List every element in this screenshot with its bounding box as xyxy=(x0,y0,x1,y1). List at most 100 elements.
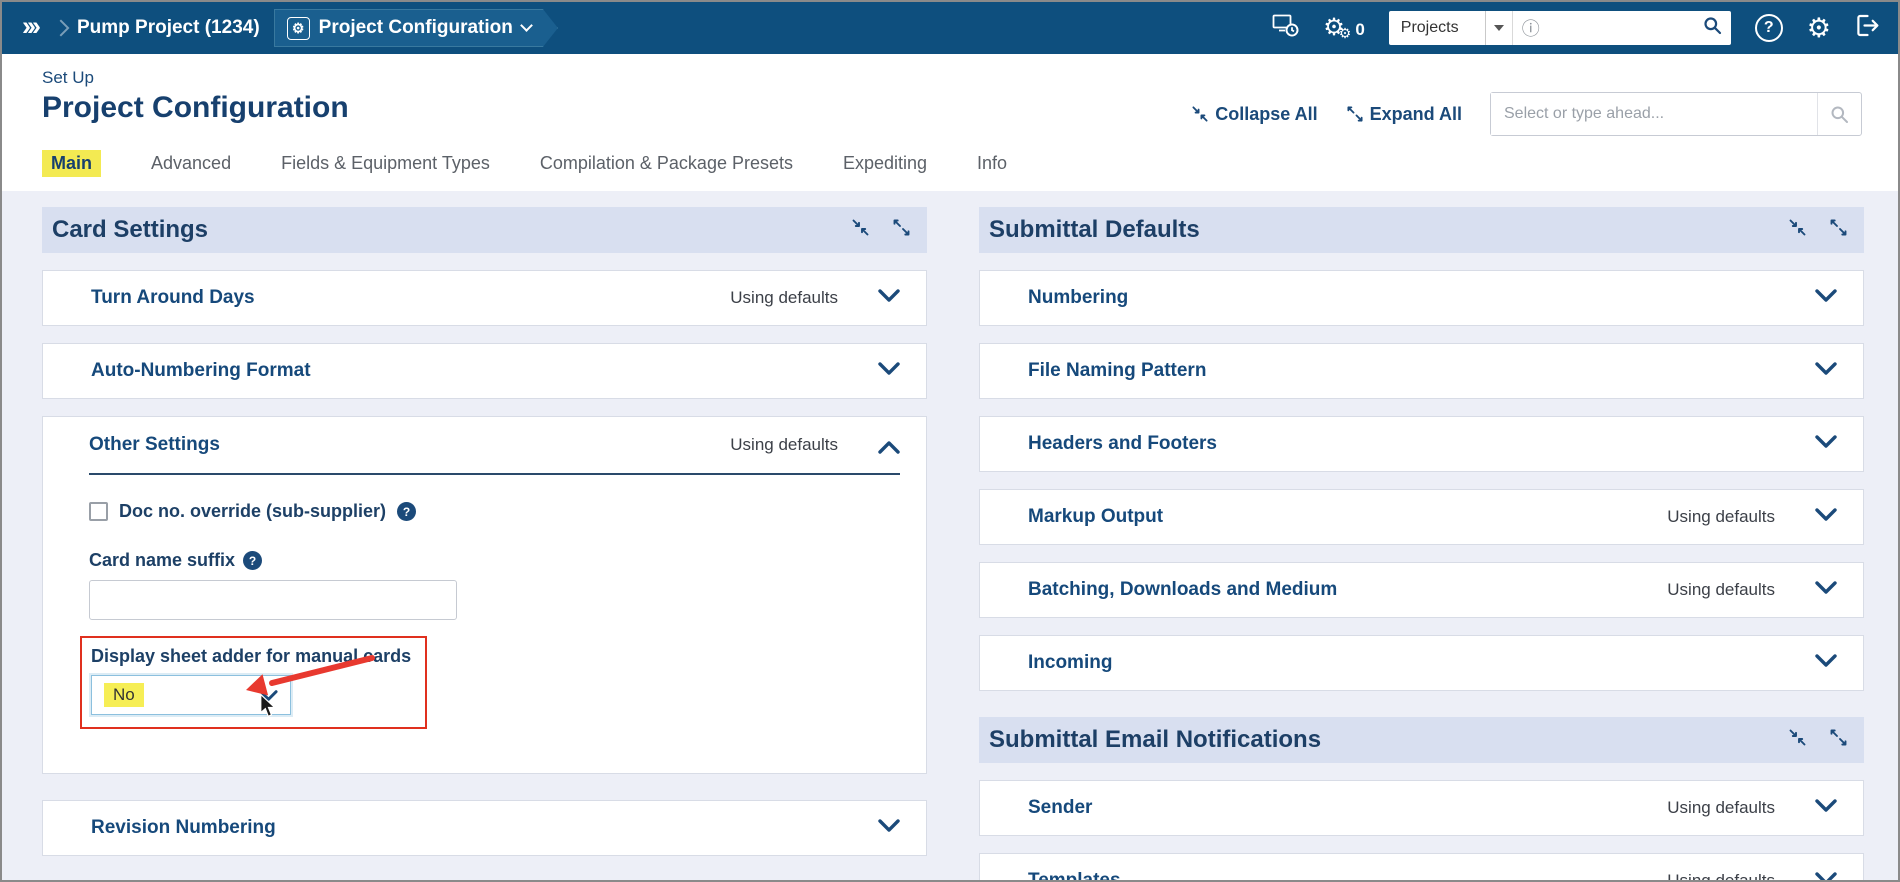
global-search-control: Projects ⓘ xyxy=(1388,11,1731,45)
panel-title: Auto-Numbering Format xyxy=(91,360,311,381)
config-gear-icon: ⚙ xyxy=(287,17,310,40)
background-tasks-icon[interactable]: ⚙ ⚙ 0 xyxy=(1323,16,1365,41)
panel-file-naming-pattern[interactable]: File Naming Pattern xyxy=(979,343,1864,399)
logout-icon[interactable] xyxy=(1855,14,1880,42)
panel-title: Sender xyxy=(1028,797,1093,818)
breadcrumb-page-selector[interactable]: ⚙ Project Configuration xyxy=(274,9,558,47)
using-defaults-label: Using defaults xyxy=(730,435,838,454)
page-title: Project Configuration xyxy=(42,91,349,124)
recent-activity-icon[interactable] xyxy=(1272,13,1299,43)
panel-title: Other Settings xyxy=(89,434,220,455)
panel-auto-numbering-format[interactable]: Auto-Numbering Format xyxy=(42,343,927,399)
typeahead-search xyxy=(1490,92,1862,136)
scope-select-caret-icon[interactable] xyxy=(1484,11,1513,45)
typeahead-search-icon[interactable] xyxy=(1817,93,1861,135)
chevron-down-icon[interactable] xyxy=(1815,581,1837,599)
expand-menu-icon[interactable]: ››› xyxy=(22,11,41,46)
collapse-all-button[interactable]: Collapse All xyxy=(1191,104,1318,125)
collapse-section-icon[interactable] xyxy=(851,218,870,242)
collapse-icon xyxy=(1192,106,1208,122)
breadcrumb-project[interactable]: Pump Project (1234) xyxy=(77,17,274,39)
panel-title: Markup Output xyxy=(1028,506,1164,527)
tasks-count-badge: 0 xyxy=(1355,20,1365,39)
panel-title: Turn Around Days xyxy=(91,287,255,308)
annotation-highlight-box: Display sheet adder for manual cards No xyxy=(80,636,428,729)
panel-revision-numbering[interactable]: Revision Numbering xyxy=(42,800,927,856)
using-defaults-label: Using defaults xyxy=(1667,798,1775,817)
panel-other-settings-expanded: Other Settings Using defaults Doc no. ov… xyxy=(42,416,927,774)
left-column: Card Settings Turn Around Days Using def… xyxy=(42,207,927,880)
section-title: Submittal Email Notifications xyxy=(989,726,1322,753)
panel-other-settings-header[interactable]: Other Settings Using defaults xyxy=(89,417,900,475)
tab-expediting[interactable]: Expediting xyxy=(843,153,927,174)
panel-title: Incoming xyxy=(1028,652,1113,673)
using-defaults-label: Using defaults xyxy=(1667,580,1775,599)
panel-sender[interactable]: Sender Using defaults xyxy=(979,780,1864,836)
panel-turn-around-days[interactable]: Turn Around Days Using defaults xyxy=(42,270,927,326)
section-title: Submittal Defaults xyxy=(989,216,1200,243)
chevron-down-icon[interactable] xyxy=(878,819,900,837)
panel-title: File Naming Pattern xyxy=(1028,360,1207,381)
search-icon[interactable] xyxy=(1703,16,1722,40)
section-card-settings: Card Settings xyxy=(42,207,927,253)
chevron-down-icon[interactable] xyxy=(1815,435,1837,453)
breadcrumb-separator-icon xyxy=(52,19,70,37)
panel-numbering[interactable]: Numbering xyxy=(979,270,1864,326)
scope-select[interactable]: Projects xyxy=(1389,19,1485,37)
help-icon[interactable]: ? xyxy=(1754,14,1783,42)
panel-markup-output[interactable]: Markup Output Using defaults xyxy=(979,489,1864,545)
panel-incoming[interactable]: Incoming xyxy=(979,635,1864,691)
expand-all-label: Expand All xyxy=(1369,103,1462,124)
section-submittal-email-notifications: Submittal Email Notifications xyxy=(979,717,1864,763)
page-header: Set Up Project Configuration Collapse Al… xyxy=(2,54,1898,136)
doc-override-checkbox[interactable] xyxy=(89,502,108,521)
chevron-down-icon[interactable] xyxy=(1815,508,1837,526)
setup-eyebrow: Set Up xyxy=(42,68,94,87)
chevron-down-icon[interactable] xyxy=(1815,362,1837,380)
card-suffix-input[interactable] xyxy=(89,580,457,620)
gear-glyph: ⚙ xyxy=(291,19,305,36)
panel-batching-downloads-medium[interactable]: Batching, Downloads and Medium Using def… xyxy=(979,562,1864,618)
panel-title: Templates xyxy=(1028,870,1121,880)
doc-override-label: Doc no. override (sub-supplier) xyxy=(119,501,387,521)
chevron-down-icon[interactable] xyxy=(878,362,900,380)
global-search-input[interactable] xyxy=(1546,19,1696,37)
card-suffix-label: Card name suffix xyxy=(89,550,236,570)
panel-templates[interactable]: Templates Using defaults xyxy=(979,853,1864,880)
panel-title: Headers and Footers xyxy=(1028,433,1217,454)
expand-all-button[interactable]: Expand All xyxy=(1346,104,1462,125)
help-icon[interactable]: ? xyxy=(243,551,263,570)
chevron-down-icon[interactable] xyxy=(1815,872,1837,880)
info-icon: ⓘ xyxy=(1521,19,1540,39)
breadcrumb-page-label: Project Configuration xyxy=(318,17,513,38)
tab-info[interactable]: Info xyxy=(977,153,1007,174)
collapse-section-icon[interactable] xyxy=(1788,728,1807,752)
tab-main[interactable]: Main xyxy=(42,150,102,177)
chevron-down-icon xyxy=(520,19,533,32)
panel-title: Numbering xyxy=(1028,287,1129,308)
chevron-down-icon[interactable] xyxy=(878,289,900,307)
panel-title: Batching, Downloads and Medium xyxy=(1028,579,1338,600)
chevron-down-icon[interactable] xyxy=(259,689,278,701)
tab-fields-equipment-types[interactable]: Fields & Equipment Types xyxy=(281,153,490,174)
collapse-section-icon[interactable] xyxy=(1788,218,1807,242)
chevron-down-icon[interactable] xyxy=(1815,654,1837,672)
chevron-up-icon[interactable] xyxy=(878,436,900,454)
tab-compilation-package-presets[interactable]: Compilation & Package Presets xyxy=(540,153,793,174)
chevron-down-icon[interactable] xyxy=(1815,799,1837,817)
using-defaults-label: Using defaults xyxy=(1667,871,1775,880)
help-icon[interactable]: ? xyxy=(397,502,417,521)
gear-glyph-small: ⚙ xyxy=(1338,25,1352,41)
sheet-adder-dropdown[interactable]: No xyxy=(91,675,291,715)
chevron-down-icon[interactable] xyxy=(1815,289,1837,307)
top-bar: ››› Pump Project (1234) ⚙ Project Config… xyxy=(2,2,1898,54)
expand-section-icon[interactable] xyxy=(892,218,911,242)
section-title: Card Settings xyxy=(52,216,209,243)
typeahead-input[interactable] xyxy=(1491,93,1817,135)
expand-section-icon[interactable] xyxy=(1829,728,1848,752)
panel-headers-and-footers[interactable]: Headers and Footers xyxy=(979,416,1864,472)
sheet-adder-value: No xyxy=(104,683,144,707)
tab-advanced[interactable]: Advanced xyxy=(151,153,231,174)
settings-gear-icon[interactable]: ⚙ xyxy=(1807,14,1831,42)
expand-section-icon[interactable] xyxy=(1829,218,1848,242)
